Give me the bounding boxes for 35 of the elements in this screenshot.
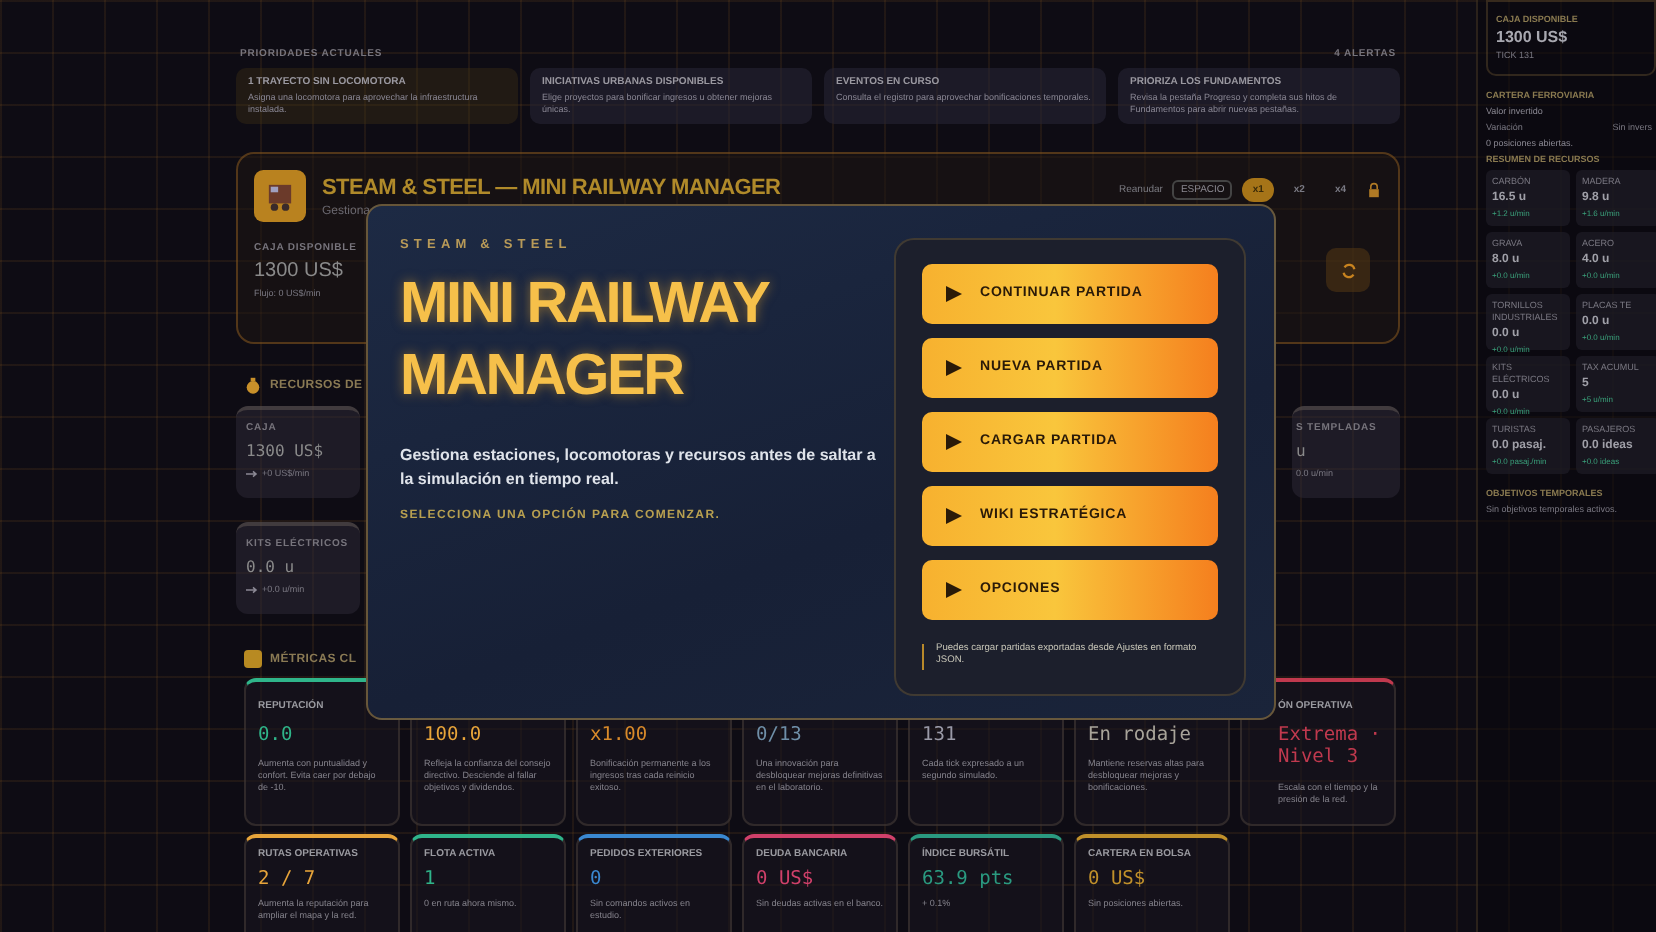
dialog-description: Gestiona estaciones, locomotoras y recursos antes de saltar a la simulación en tiempo real. — [400, 444, 878, 493]
play-icon — [946, 285, 962, 302]
play-icon — [946, 359, 962, 376]
arrow-icon — [246, 469, 258, 477]
refresh-button[interactable] — [1326, 248, 1370, 292]
app-title: STEAM & STEEL — MINI RAILWAY MANAGER — [322, 175, 781, 201]
arrow-icon — [246, 585, 258, 593]
dialog-title: MANAGER — [400, 342, 683, 412]
metric-value: 0.0 — [258, 724, 293, 747]
square-icon — [244, 650, 262, 668]
metric-value: 2 / 7 — [258, 868, 316, 891]
play-icon — [946, 433, 962, 450]
metric-value: 0 US$ — [1088, 868, 1146, 891]
cash-value: 1300 US$ — [1496, 28, 1570, 46]
resource-value: 0.0 u — [246, 558, 297, 576]
metric-value: Extrema · Nivel 3 — [1278, 724, 1382, 770]
metric-value: En rodaje — [1088, 724, 1191, 747]
metric-value: 0 — [590, 868, 602, 891]
metric-value: 131 — [922, 724, 957, 747]
refresh-icon — [1339, 261, 1357, 279]
metric-value: 63.9 pts — [922, 868, 1014, 891]
metric-value: 1 — [424, 868, 436, 891]
lock-icon[interactable] — [1366, 182, 1382, 198]
metric-value: 0 US$ — [756, 868, 814, 891]
train-icon — [254, 170, 306, 222]
bag-icon — [244, 376, 262, 394]
play-icon — [946, 507, 962, 524]
metric-value: 0/13 — [756, 724, 802, 747]
metric-value: x1.00 — [590, 724, 648, 747]
resource-value: 1300 US$ — [246, 442, 326, 460]
dialog-title: MINI RAILWAY — [400, 270, 769, 340]
resource-value: u — [1296, 442, 1308, 460]
metric-value: 100.0 — [424, 724, 482, 747]
cash-value: 1300 US$ — [254, 260, 345, 282]
play-icon — [946, 581, 962, 598]
